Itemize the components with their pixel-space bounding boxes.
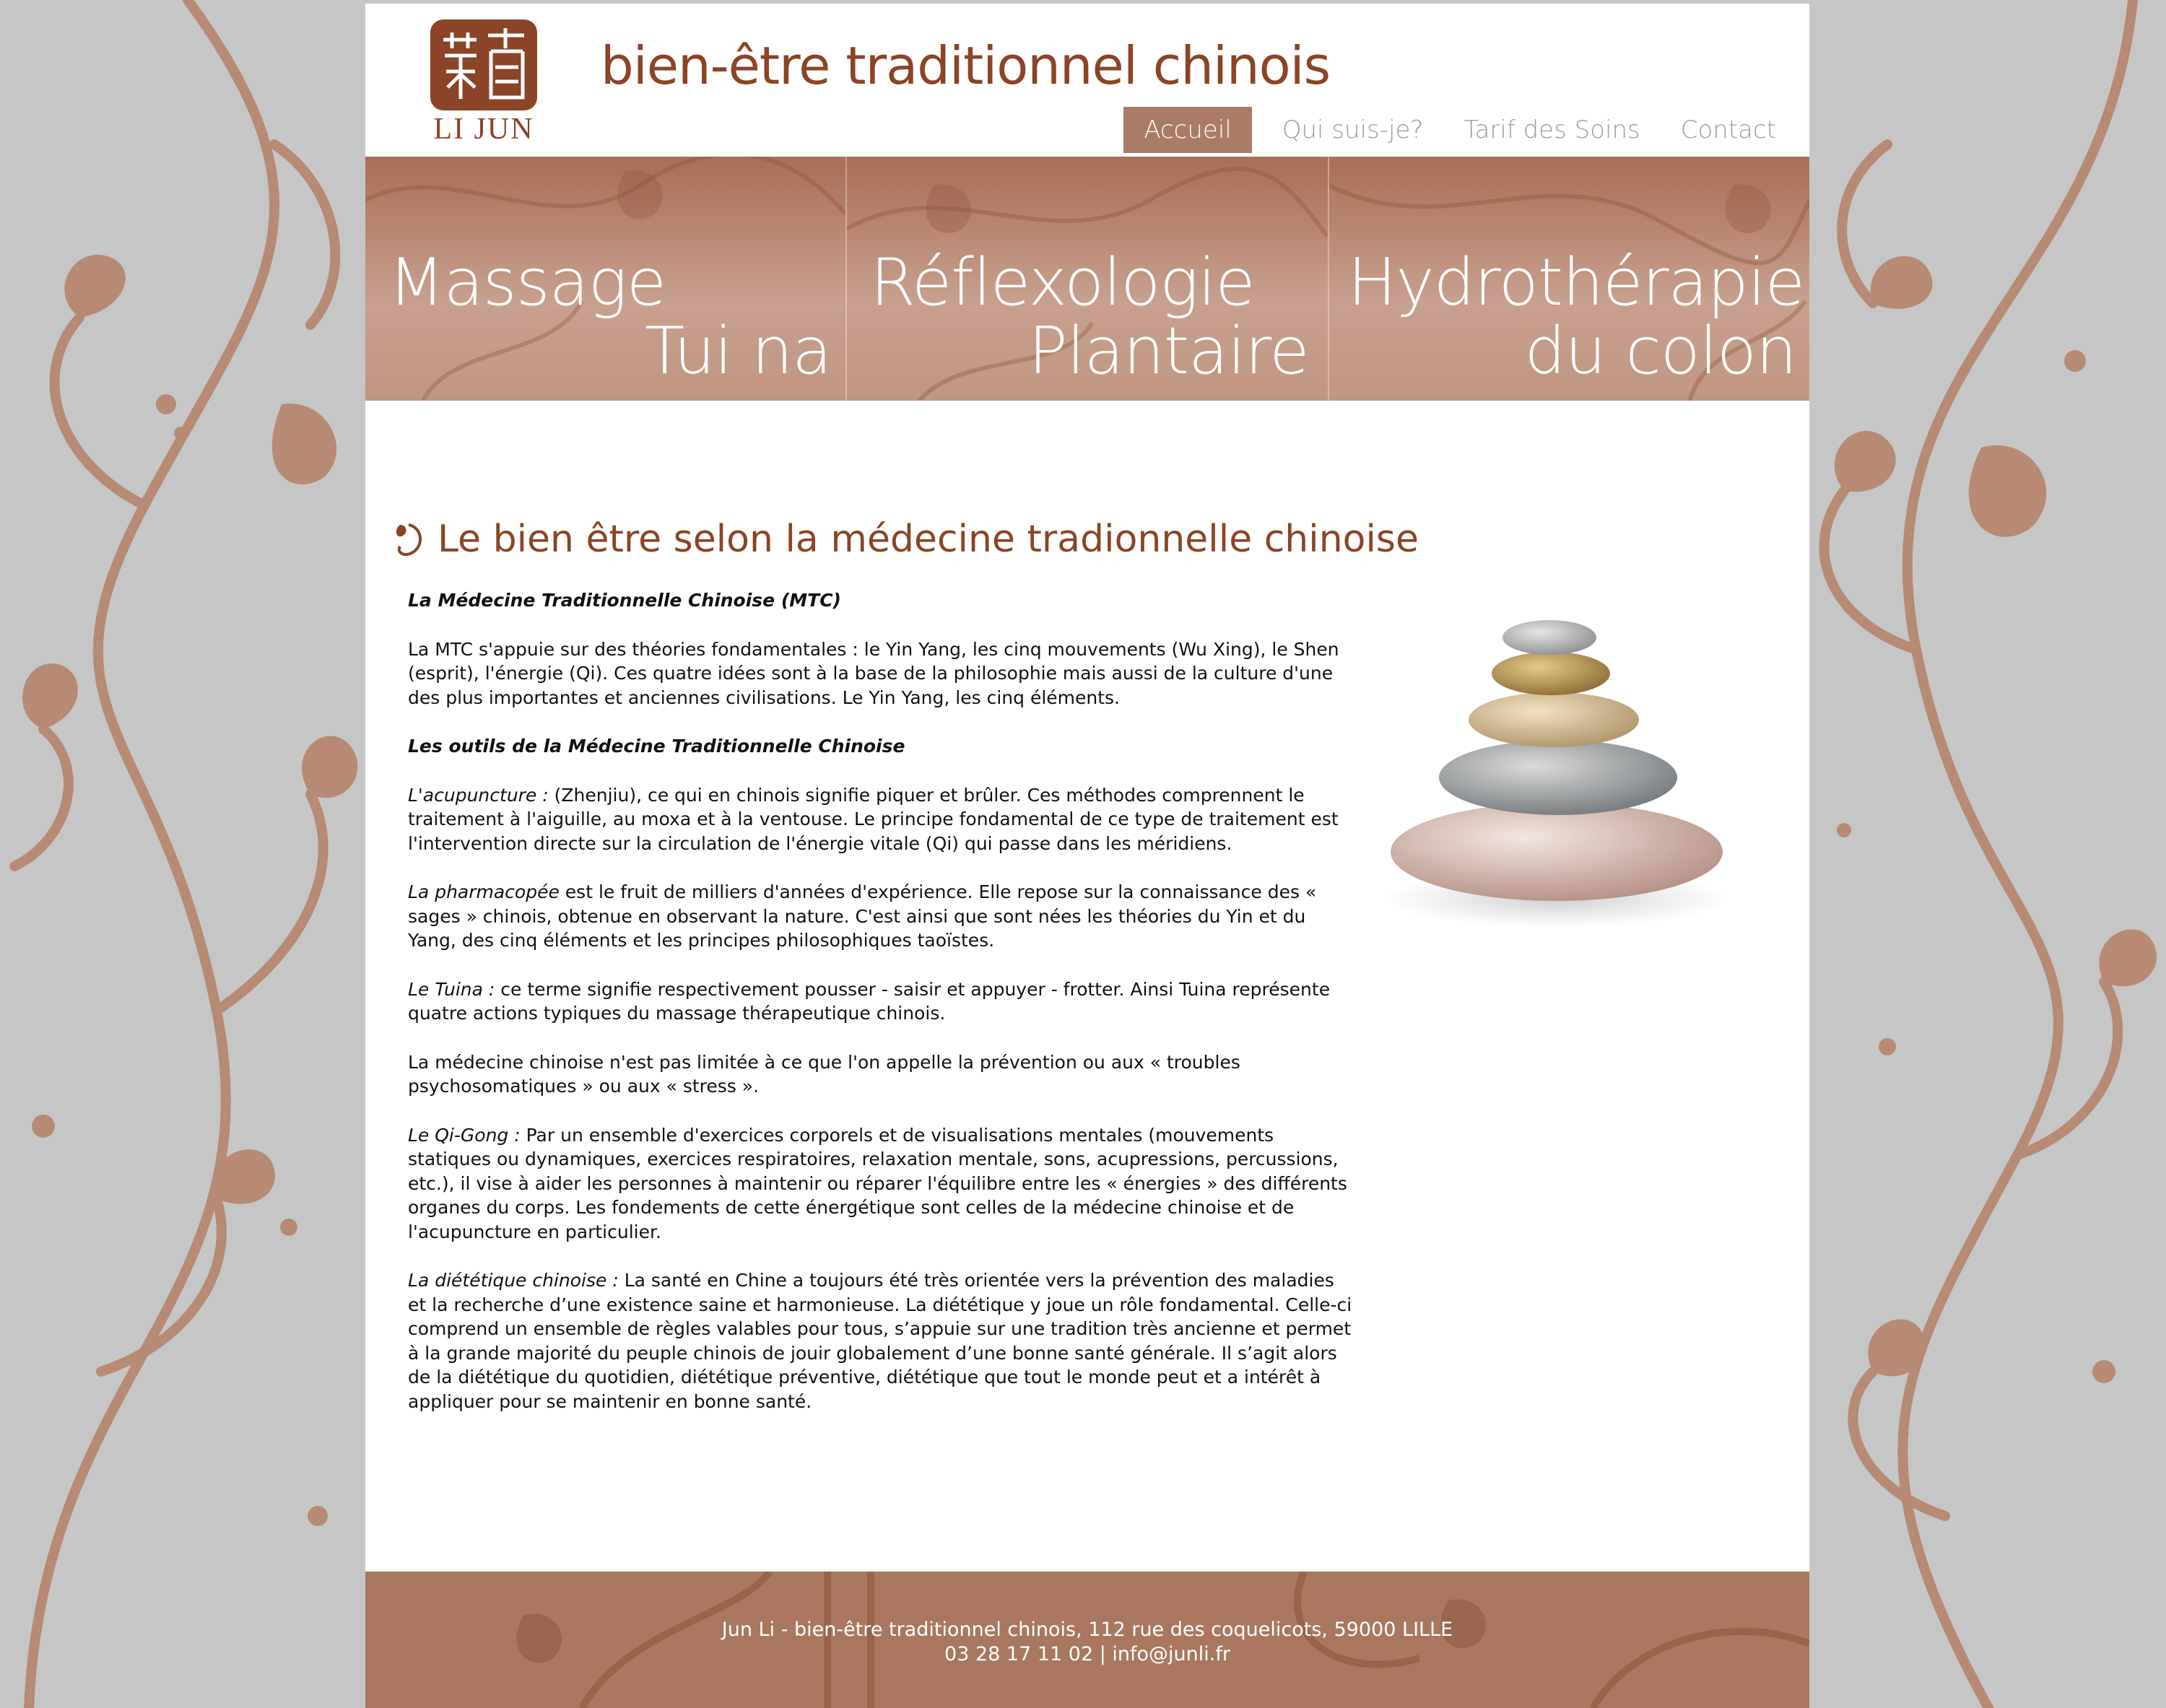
paragraph-acupuncture: L'acupuncture : (Zhenjiu), ce qui en chi…	[408, 783, 1355, 856]
paragraph-text: La santé en Chine a toujours été très or…	[408, 1270, 1352, 1412]
nav-item-accueil[interactable]: Accueil	[1123, 107, 1252, 153]
site-title: bien-être traditionnel chinois	[601, 35, 1331, 96]
banner-reflexologie-line1: Réflexologie	[870, 245, 1255, 321]
footer-contact: Jun Li - bien-être traditionnel chinois,…	[365, 1618, 1809, 1667]
logo-text: LI JUN	[433, 113, 534, 146]
section-title: Le bien être selon la médecine tradionne…	[438, 518, 1419, 561]
paragraph-pharmacopee: La pharmacopée est le fruit de milliers …	[408, 880, 1355, 953]
paragraph-text: Par un ensemble d'exercices corporels et…	[408, 1124, 1347, 1242]
banner-panel-reflexologie[interactable]: Réflexologie Plantaire	[847, 157, 1329, 401]
article-subtitle: La Médecine Traditionnelle Chinoise (MTC…	[408, 590, 841, 611]
yin-yang-swirl-icon	[396, 523, 422, 556]
term-label: La diététique chinoise :	[408, 1270, 619, 1291]
logo-seal-icon	[430, 19, 537, 110]
main-nav: Accueil Qui suis-je? Tarif des Soins Con…	[1123, 107, 1796, 153]
paragraph-qi-gong: Le Qi-Gong : Par un ensemble d'exercices…	[408, 1123, 1355, 1245]
term-label: L'acupuncture :	[408, 784, 549, 806]
paragraph-dietetique: La diététique chinoise : La santé en Chi…	[408, 1268, 1355, 1413]
footer: Jun Li - bien-être traditionnel chinois,…	[365, 1572, 1809, 1708]
article-body: La Médecine Traditionnelle Chinoise (MTC…	[408, 588, 1355, 1438]
paragraph-text: ce terme signifie respectivement pousser…	[408, 978, 1331, 1024]
term-label: Le Qi-Gong :	[408, 1124, 521, 1146]
paragraph-tuina: Le Tuina : ce terme signifie respectivem…	[408, 977, 1355, 1026]
nav-item-tarif-des-soins[interactable]: Tarif des Soins	[1443, 107, 1660, 153]
banner-panel-hydrotherapie[interactable]: Hydrothérapie du colon	[1328, 157, 1809, 401]
page-container: LI JUN bien-être traditionnel chinois Ac…	[365, 4, 1809, 1708]
paragraph-prevention: La médecine chinoise n'est pas limitée à…	[408, 1051, 1240, 1097]
banner-panel-massage[interactable]: Massage Tui na	[365, 157, 848, 401]
stacked-stones-image	[1383, 620, 1730, 928]
site-logo[interactable]: LI JUN	[426, 19, 542, 152]
banner-hydrotherapie-line1: Hydrothérapie	[1347, 245, 1806, 321]
services-banner: Massage Tui na Réflexologie Plantaire Hy…	[365, 157, 1809, 401]
background-swirl-right	[1801, 0, 2166, 1708]
banner-massage-line1: Massage	[388, 245, 666, 321]
banner-reflexologie-line2: Plantaire	[1028, 313, 1309, 389]
term-label: La pharmacopée	[408, 881, 560, 902]
paragraph-mtc: La MTC s'appuie sur des théories fondame…	[408, 638, 1339, 708]
banner-massage-line2: Tui na	[645, 313, 832, 389]
header: LI JUN bien-être traditionnel chinois Ac…	[365, 4, 1809, 157]
nav-item-contact[interactable]: Contact	[1661, 107, 1796, 153]
article-subtitle: Les outils de la Médecine Traditionnelle…	[408, 736, 905, 757]
nav-item-qui-suis-je[interactable]: Qui suis-je?	[1262, 107, 1444, 153]
banner-hydrotherapie-line2: du colon	[1524, 313, 1797, 389]
term-label: Le Tuina :	[408, 978, 495, 1000]
footer-address: Jun Li - bien-être traditionnel chinois,…	[721, 1618, 1453, 1641]
footer-phone-email[interactable]: 03 28 17 11 02 | info@junli.fr	[365, 1642, 1809, 1667]
section-heading: Le bien être selon la médecine tradionne…	[394, 518, 1419, 561]
background-swirl-left	[0, 0, 365, 1708]
